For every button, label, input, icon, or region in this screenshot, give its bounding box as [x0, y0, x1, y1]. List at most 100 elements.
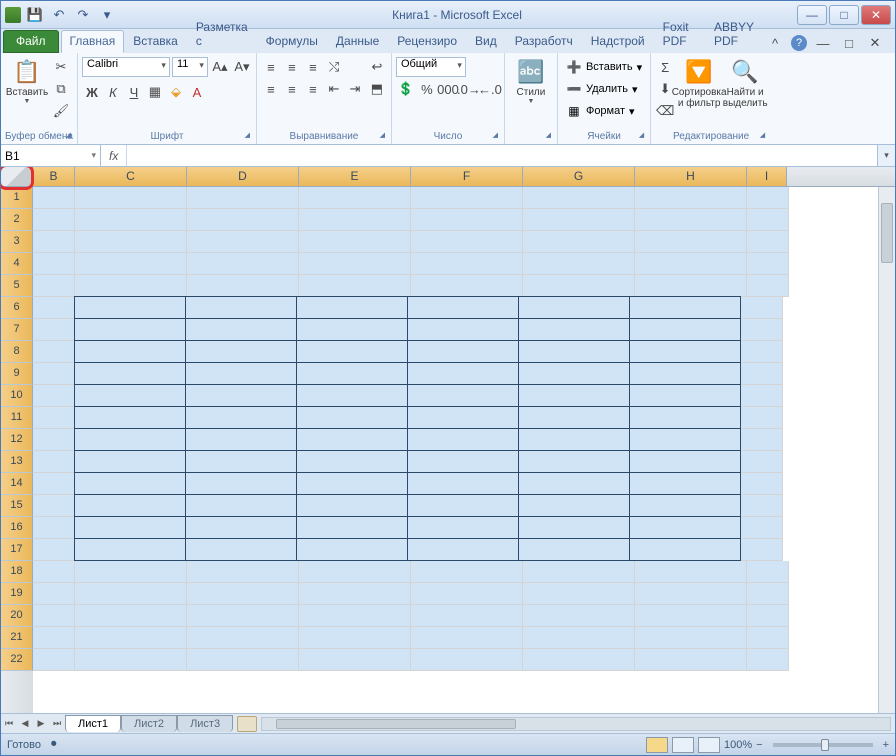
- row-header[interactable]: 20: [1, 605, 33, 627]
- row-header[interactable]: 8: [1, 341, 33, 363]
- cell[interactable]: [185, 472, 297, 495]
- cell[interactable]: [523, 275, 635, 297]
- cell[interactable]: [629, 340, 741, 363]
- row-header[interactable]: 7: [1, 319, 33, 341]
- scroll-thumb[interactable]: [881, 203, 893, 263]
- tab-foxit[interactable]: Foxit PDF: [654, 16, 705, 53]
- col-header-g[interactable]: G: [523, 167, 635, 186]
- cell[interactable]: [33, 649, 75, 671]
- cell[interactable]: [518, 318, 630, 341]
- view-pagebreak-button[interactable]: [698, 737, 720, 753]
- row-header[interactable]: 9: [1, 363, 33, 385]
- cell[interactable]: [741, 539, 783, 561]
- cell[interactable]: [33, 319, 75, 341]
- cell[interactable]: [407, 296, 519, 319]
- orientation-button[interactable]: ⤭: [324, 57, 344, 77]
- cell[interactable]: [33, 627, 75, 649]
- view-normal-button[interactable]: [646, 737, 668, 753]
- cell[interactable]: [741, 363, 783, 385]
- name-box[interactable]: B1: [1, 145, 101, 166]
- cell[interactable]: [518, 340, 630, 363]
- autosum-button[interactable]: Σ: [655, 57, 675, 77]
- cell[interactable]: [747, 275, 789, 297]
- tab-abbyy[interactable]: ABBYY PDF: [705, 16, 765, 53]
- row-header[interactable]: 3: [1, 231, 33, 253]
- row-header[interactable]: 14: [1, 473, 33, 495]
- cell[interactable]: [635, 627, 747, 649]
- paste-button[interactable]: 📋 Вставить ▼: [5, 55, 49, 107]
- cell[interactable]: [187, 561, 299, 583]
- cell[interactable]: [411, 253, 523, 275]
- cell[interactable]: [74, 318, 186, 341]
- cell[interactable]: [74, 472, 186, 495]
- cell[interactable]: [629, 318, 741, 341]
- row-header[interactable]: 19: [1, 583, 33, 605]
- cell[interactable]: [747, 583, 789, 605]
- cell[interactable]: [518, 472, 630, 495]
- cell[interactable]: [33, 275, 75, 297]
- zoom-slider[interactable]: [773, 743, 873, 747]
- cell[interactable]: [74, 450, 186, 473]
- percent-button[interactable]: %: [417, 79, 437, 99]
- row-header[interactable]: 16: [1, 517, 33, 539]
- cell[interactable]: [74, 494, 186, 517]
- doc-restore-button[interactable]: □: [839, 33, 859, 53]
- cell[interactable]: [411, 561, 523, 583]
- cell[interactable]: [75, 561, 187, 583]
- row-header[interactable]: 2: [1, 209, 33, 231]
- cell[interactable]: [741, 429, 783, 451]
- cell[interactable]: [296, 340, 408, 363]
- font-size-combo[interactable]: 11: [172, 57, 208, 77]
- cell[interactable]: [33, 561, 75, 583]
- indent-dec-button[interactable]: ⇤: [324, 79, 344, 99]
- cell[interactable]: [635, 187, 747, 209]
- cell[interactable]: [741, 517, 783, 539]
- doc-minimize-button[interactable]: —: [813, 33, 833, 53]
- cell[interactable]: [187, 209, 299, 231]
- cell[interactable]: [629, 450, 741, 473]
- cell[interactable]: [741, 319, 783, 341]
- minimize-button[interactable]: —: [797, 5, 827, 25]
- cell[interactable]: [518, 384, 630, 407]
- col-header-i[interactable]: I: [747, 167, 787, 186]
- fx-label[interactable]: fx: [101, 145, 127, 166]
- row-header[interactable]: 18: [1, 561, 33, 583]
- cell[interactable]: [407, 362, 519, 385]
- sheet-nav-first[interactable]: ⏮: [1, 718, 17, 729]
- cell[interactable]: [296, 318, 408, 341]
- cell[interactable]: [33, 253, 75, 275]
- cell[interactable]: [747, 649, 789, 671]
- cell[interactable]: [74, 516, 186, 539]
- zoom-thumb[interactable]: [821, 739, 829, 751]
- copy-button[interactable]: ⧉: [51, 79, 71, 99]
- sheet-tab-1[interactable]: Лист1: [65, 715, 121, 732]
- cell[interactable]: [741, 473, 783, 495]
- align-right-button[interactable]: ≡: [303, 79, 323, 99]
- cell[interactable]: [747, 231, 789, 253]
- bold-button[interactable]: Ж: [82, 82, 102, 102]
- col-header-d[interactable]: D: [187, 167, 299, 186]
- cell[interactable]: [523, 231, 635, 253]
- cell[interactable]: [296, 472, 408, 495]
- cell[interactable]: [33, 605, 75, 627]
- sheet-tab-2[interactable]: Лист2: [121, 715, 177, 732]
- cell[interactable]: [518, 428, 630, 451]
- cell[interactable]: [33, 385, 75, 407]
- cell[interactable]: [33, 187, 75, 209]
- cell[interactable]: [74, 362, 186, 385]
- cell[interactable]: [523, 253, 635, 275]
- italic-button[interactable]: К: [103, 82, 123, 102]
- cell[interactable]: [299, 231, 411, 253]
- cell[interactable]: [407, 406, 519, 429]
- find-select-button[interactable]: 🔍 Найти и выделить: [723, 55, 767, 111]
- align-top-button[interactable]: ≡: [261, 57, 281, 77]
- row-header[interactable]: 12: [1, 429, 33, 451]
- cell[interactable]: [635, 583, 747, 605]
- cell[interactable]: [296, 428, 408, 451]
- shrink-font-button[interactable]: A▾: [232, 57, 252, 77]
- delete-cells-button[interactable]: ➖Удалить ▾: [562, 79, 646, 99]
- qat-save-button[interactable]: 💾: [25, 5, 45, 25]
- cell[interactable]: [185, 362, 297, 385]
- cell[interactable]: [299, 561, 411, 583]
- sheet-tab-3[interactable]: Лист3: [177, 715, 233, 732]
